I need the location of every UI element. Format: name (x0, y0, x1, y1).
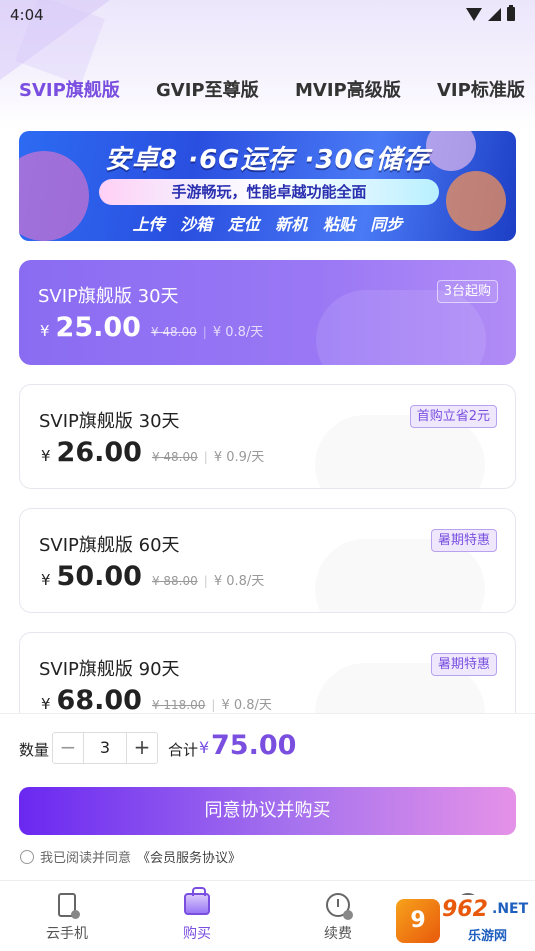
watermark-logo: 9 962 .NET 乐游网 (396, 895, 532, 947)
original-price: ¥ 118.00 (151, 698, 206, 712)
daily-price: ¥ 0.8/天 (213, 574, 265, 589)
total-currency: ¥ (199, 738, 210, 757)
tab-vip[interactable]: VIP标准版 (437, 76, 525, 102)
divider: | (203, 450, 208, 464)
plan-price: 68.00 (56, 685, 142, 716)
status-icons (466, 5, 515, 21)
nav-label: 云手机 (46, 926, 88, 942)
banner-features: 上传 沙箱 定位 新机 粘贴 同步 (132, 215, 403, 234)
quantity-stepper: − 3 + (52, 732, 158, 764)
plan-price: 26.00 (56, 437, 142, 468)
plan-badge: 暑期特惠 (430, 529, 497, 552)
daily-price: ¥ 0.8/天 (221, 698, 272, 713)
watermark-net: .NET (492, 901, 529, 917)
clock-icon (326, 893, 353, 920)
plan-card[interactable]: SVIP旗舰版 30天 3台起购 ¥ 25.00 ¥ 48.00 | ¥ 0.8… (19, 260, 516, 365)
phone-icon (58, 893, 80, 919)
original-price: ¥ 48.00 (151, 450, 198, 464)
total-price: 75.00 (211, 730, 297, 761)
currency-symbol: ¥ (41, 695, 51, 713)
divider: | (203, 574, 208, 588)
nav-label: 购买 (183, 926, 211, 942)
currency-symbol: ¥ (41, 571, 51, 589)
currency-symbol: ¥ (40, 322, 50, 340)
plan-price: 25.00 (55, 312, 141, 343)
increment-button[interactable]: + (127, 733, 157, 763)
original-price: ¥ 48.00 (150, 325, 197, 339)
price-row: ¥ 50.00 ¥ 88.00 | ¥ 0.8/天 (41, 561, 264, 592)
nav-item-cloud-phone[interactable]: 云手机 (0, 881, 134, 951)
nav-item-buy[interactable]: 购买 (130, 881, 264, 951)
plan-name: SVIP旗舰版 30天 (38, 286, 179, 307)
currency-symbol: ¥ (41, 447, 51, 465)
plan-badge: 暑期特惠 (430, 653, 497, 676)
original-price: ¥ 88.00 (151, 574, 198, 588)
plan-card[interactable]: SVIP旗舰版 60天 暑期特惠 ¥ 50.00 ¥ 88.00 | ¥ 0.8… (19, 508, 516, 613)
price-row: ¥ 68.00 ¥ 118.00 | ¥ 0.8/天 (41, 685, 272, 716)
agreement-text: 我已阅读并同意 (40, 851, 132, 866)
plan-name: SVIP旗舰版 90天 (39, 659, 180, 680)
watermark-site-name: 乐游网 (468, 929, 508, 944)
plan-name: SVIP旗舰版 30天 (39, 411, 180, 432)
checkout-panel: 数量 − 3 + 合计 ¥ 75.00 同意协议并购买 我已阅读并同意 《会员服… (0, 713, 535, 880)
signal-icon (488, 7, 501, 21)
plan-tabs: SVIP旗舰版 GVIP至尊版 MVIP高级版 VIP标准版 (0, 70, 535, 106)
total-label: 合计 (168, 741, 199, 759)
divider: | (211, 698, 216, 712)
plan-price: 50.00 (56, 561, 142, 592)
plan-badge: 首购立省2元 (409, 405, 497, 428)
shopping-bag-icon (184, 887, 210, 915)
tab-mvip[interactable]: MVIP高级版 (295, 76, 401, 102)
plan-card[interactable]: SVIP旗舰版 30天 首购立省2元 ¥ 26.00 ¥ 48.00 | ¥ 0… (19, 384, 516, 489)
plan-name: SVIP旗舰版 60天 (39, 535, 180, 556)
watermark-logo-icon: 9 (396, 899, 440, 943)
agree-and-buy-button[interactable]: 同意协议并购买 (19, 787, 516, 835)
quantity-label: 数量 (19, 741, 50, 759)
daily-price: ¥ 0.9/天 (213, 450, 265, 465)
agreement-row: 我已阅读并同意 《会员服务协议》 (20, 847, 241, 866)
watermark-number: 962 (442, 897, 488, 922)
nav-label: 续费 (324, 926, 352, 942)
banner-subtitle: 手游畅玩，性能卓越功能全面 (99, 179, 439, 205)
tab-gvip[interactable]: GVIP至尊版 (156, 76, 259, 102)
price-row: ¥ 26.00 ¥ 48.00 | ¥ 0.9/天 (41, 437, 264, 468)
price-row: ¥ 25.00 ¥ 48.00 | ¥ 0.8/天 (40, 312, 263, 343)
agreement-radio[interactable] (20, 849, 34, 864)
status-time: 4:04 (10, 6, 44, 24)
nav-item-renew[interactable]: 续费 (271, 881, 405, 951)
promo-banner[interactable]: 安卓8 ·6G运存 ·30G储存 手游畅玩，性能卓越功能全面 上传 沙箱 定位 … (19, 131, 516, 241)
battery-icon (507, 5, 515, 21)
wifi-icon (466, 7, 482, 21)
divider: | (202, 325, 207, 339)
service-agreement-link[interactable]: 《会员服务协议》 (137, 847, 241, 866)
quantity-input[interactable]: 3 (83, 733, 127, 763)
tab-svip[interactable]: SVIP旗舰版 (19, 76, 120, 102)
daily-price: ¥ 0.8/天 (212, 325, 264, 340)
banner-title: 安卓8 ·6G运存 ·30G储存 (105, 145, 430, 175)
decrement-button[interactable]: − (53, 733, 83, 763)
plan-badge: 3台起购 (436, 280, 498, 303)
status-bar: 4:04 (0, 0, 535, 30)
